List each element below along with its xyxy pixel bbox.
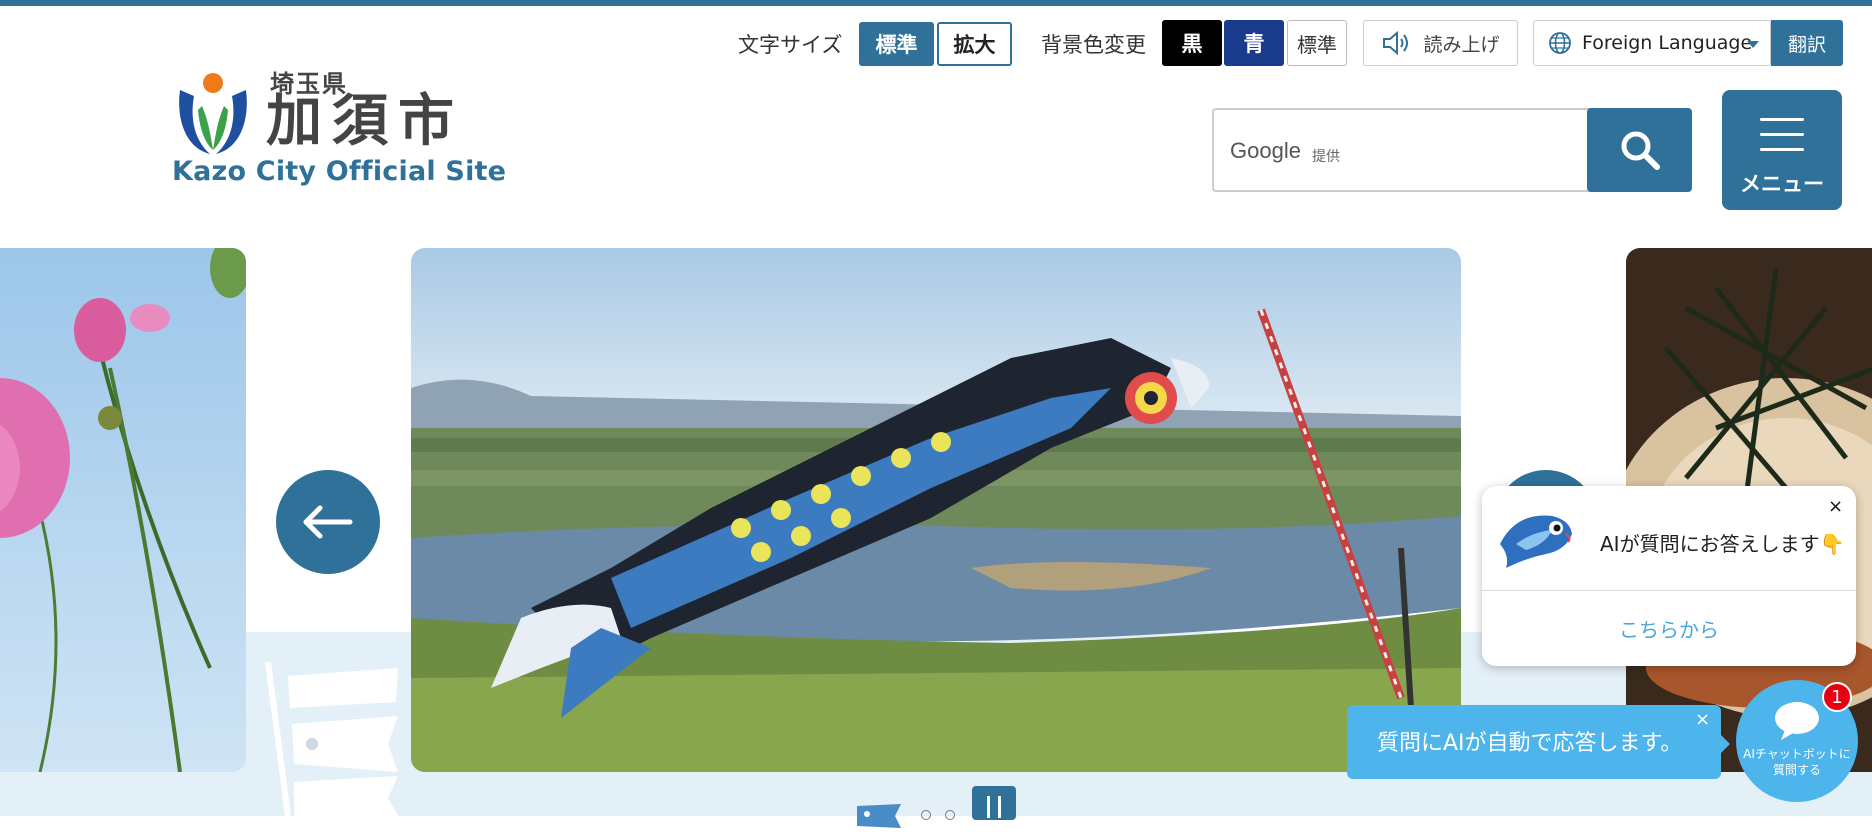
hamburger-icon bbox=[1760, 118, 1804, 121]
chat-card-divider bbox=[1482, 590, 1856, 591]
menu-label: メニュー bbox=[1740, 172, 1824, 196]
google-brand-label: Google bbox=[1230, 138, 1301, 163]
chat-card-link[interactable]: こちらから bbox=[1482, 614, 1856, 643]
notification-badge: 1 bbox=[1822, 682, 1852, 712]
active-slide-koinobori-icon[interactable] bbox=[855, 804, 915, 834]
background-black-button[interactable]: 黒 bbox=[1162, 20, 1222, 66]
carousel-slide-current[interactable] bbox=[411, 248, 1461, 772]
hamburger-line bbox=[1760, 148, 1804, 151]
site-logo[interactable]: 埼玉県 加須市 Kazo City Official Site bbox=[170, 62, 506, 192]
cosmos-flower-photo bbox=[0, 248, 246, 772]
chat-bubble-icon bbox=[1775, 702, 1819, 740]
ai-chat-bubble[interactable]: 質問にAIが自動で応答します。 × bbox=[1347, 705, 1721, 779]
background-standard-button[interactable]: 標準 bbox=[1287, 20, 1347, 66]
carousel-prev-button[interactable] bbox=[276, 470, 380, 574]
chevron-down-icon bbox=[1747, 41, 1759, 48]
menu-button[interactable]: メニュー bbox=[1722, 90, 1842, 210]
chat-card-title: AIが質問にお答えします👇 bbox=[1600, 532, 1845, 556]
koinobori-mascot-icon bbox=[1500, 515, 1572, 568]
slide-dot[interactable] bbox=[945, 810, 955, 820]
pause-icon bbox=[987, 796, 1001, 818]
font-size-label: 文字サイズ bbox=[738, 33, 843, 57]
speaker-icon bbox=[1383, 31, 1409, 55]
logo-english-name: Kazo City Official Site bbox=[172, 156, 507, 187]
chat-bubble-close-icon[interactable]: × bbox=[1695, 709, 1710, 730]
city-emblem-icon bbox=[179, 73, 247, 154]
globe-icon bbox=[1549, 32, 1571, 54]
chat-card-close-icon[interactable]: × bbox=[1828, 496, 1843, 517]
chat-bubble-pointer bbox=[1721, 735, 1730, 753]
koinobori-river-photo bbox=[411, 248, 1461, 772]
chatbot-button-label: AIチャットボットに 質問する bbox=[1743, 747, 1851, 777]
hamburger-line bbox=[1760, 133, 1804, 136]
logo-city-name: 加須市 bbox=[266, 89, 464, 154]
chat-bubble-text: 質問にAIが自動で応答します。 bbox=[1377, 731, 1683, 756]
slide-dot[interactable] bbox=[921, 810, 931, 820]
arrow-left-icon bbox=[303, 505, 353, 539]
search-provided-label: 提供 bbox=[1312, 149, 1340, 165]
translate-button[interactable]: 翻訳 bbox=[1771, 20, 1843, 66]
search-button[interactable] bbox=[1587, 108, 1692, 192]
ai-chat-card: AIが質問にお答えします👇 × こちらから bbox=[1482, 486, 1856, 666]
search-icon bbox=[1621, 131, 1660, 170]
foreign-language-select[interactable]: Foreign Language bbox=[1533, 20, 1771, 66]
carousel-slide-previous[interactable] bbox=[0, 248, 246, 772]
background-color-label: 背景色変更 bbox=[1041, 33, 1146, 57]
font-size-large-button[interactable]: 拡大 bbox=[937, 22, 1012, 66]
foreign-language-label: Foreign Language bbox=[1582, 32, 1753, 54]
font-size-standard-button[interactable]: 標準 bbox=[859, 22, 934, 66]
carousel-pause-button[interactable] bbox=[972, 786, 1016, 820]
top-accent-bar bbox=[0, 0, 1872, 6]
background-blue-button[interactable]: 青 bbox=[1224, 20, 1284, 66]
read-aloud-label: 読み上げ bbox=[1423, 33, 1500, 56]
read-aloud-button[interactable]: 読み上げ bbox=[1363, 20, 1518, 66]
